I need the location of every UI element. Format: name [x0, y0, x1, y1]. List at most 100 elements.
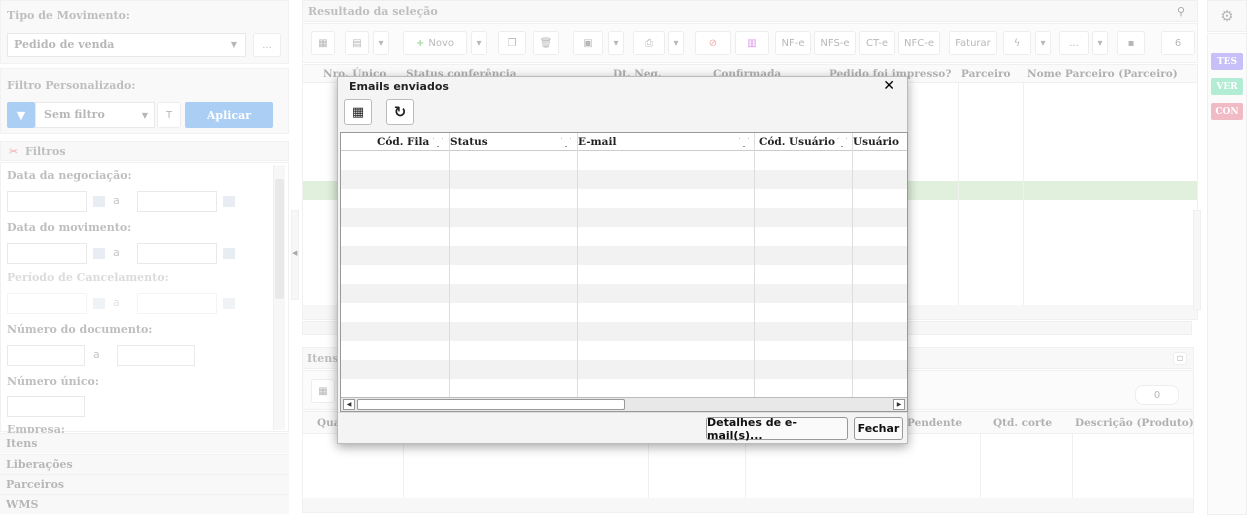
col-cod-usuario[interactable]: Cód. Usuário — [759, 136, 835, 148]
numero-unico-label: Número único: — [7, 375, 99, 388]
numero-documento-to[interactable] — [117, 345, 195, 366]
refresh-button[interactable]: ↻ — [386, 99, 414, 125]
col-usuario[interactable]: Usuário — [853, 136, 899, 148]
filtros-scrollbar[interactable] — [273, 165, 285, 430]
emails-grid: Cód. Fila Status E-mail Cód. Usuário Usu… — [340, 132, 908, 412]
periodo-from[interactable] — [7, 293, 87, 314]
chevron-down-icon[interactable]: ▾ — [668, 31, 684, 55]
col-status[interactable]: Status — [450, 136, 488, 148]
numero-documento-from[interactable] — [7, 345, 85, 366]
emails-hscroll[interactable]: ◀ ▶ — [341, 397, 907, 411]
tipo-movimento-select[interactable]: Pedido de venda ▼ — [7, 33, 246, 57]
filtro-value: Sem filtro — [44, 108, 105, 121]
link-icon[interactable]: ⚲ — [1177, 5, 1185, 18]
calendar-icon[interactable] — [223, 196, 235, 207]
itens-hscroll[interactable] — [303, 498, 1193, 512]
data-negociacao-to[interactable] — [137, 191, 217, 212]
record-count: 6 — [1161, 31, 1195, 55]
more-actions-button[interactable]: ... — [1059, 31, 1089, 55]
aplicar-button[interactable]: Aplicar — [185, 102, 273, 128]
novo-button[interactable]: + Novo — [403, 31, 467, 55]
nfce-button[interactable]: NFC-e — [898, 31, 940, 55]
grid-icon[interactable]: ▦ — [311, 31, 335, 55]
filter-icon[interactable] — [837, 137, 847, 150]
trash-icon[interactable]: 🗑 — [533, 31, 559, 55]
close-icon[interactable]: ✕ — [883, 78, 895, 94]
export-icon[interactable]: ▤ — [345, 31, 369, 55]
print-icon[interactable]: ⎙ — [633, 31, 665, 55]
duplicate-icon[interactable]: ❐ — [498, 31, 526, 55]
lightning-icon[interactable]: ϟ — [1003, 31, 1031, 55]
col-descricao-produto[interactable]: Descrição (Produto) — [1075, 417, 1194, 429]
grid-icon[interactable]: ▦ — [311, 379, 335, 403]
scroll-thumb[interactable] — [357, 399, 625, 410]
calendar-icon[interactable] — [223, 298, 235, 309]
save-icon[interactable]: ▪ — [1117, 31, 1145, 55]
clear-filter-icon[interactable]: T — [157, 102, 181, 128]
emails-grid-body — [341, 133, 907, 411]
data-movimento-label: Data do movimento: — [7, 221, 132, 234]
numero-unico-input[interactable] — [7, 396, 85, 417]
tag-con[interactable]: CON — [1211, 103, 1243, 120]
data-movimento-to[interactable] — [137, 243, 217, 264]
col-email[interactable]: E-mail — [578, 136, 616, 148]
faturar-button[interactable]: Faturar — [949, 31, 997, 55]
filter-icon[interactable]: ▼ — [7, 102, 35, 128]
accordion-liberacoes[interactable]: Liberações — [0, 454, 289, 474]
filtros-header[interactable]: ✂ Filtros — [0, 141, 289, 161]
col-cod-fila[interactable]: Cód. Fila — [377, 136, 429, 148]
fechar-button[interactable]: Fechar — [854, 417, 903, 440]
tag-tes[interactable]: TES — [1211, 53, 1243, 70]
maximize-icon[interactable]: ▫ — [1173, 352, 1187, 365]
chevron-down-icon[interactable]: ▾ — [1035, 31, 1051, 55]
filter-icon[interactable] — [433, 137, 443, 150]
chevron-down-icon[interactable]: ▾ — [373, 31, 389, 55]
filtro-personalizado-label: Filtro Personalizado: — [7, 79, 136, 92]
col-pendente[interactable]: Pendente — [907, 417, 962, 429]
gear-icon[interactable]: ⚙ — [1207, 0, 1247, 32]
col-qtd-corte[interactable]: Qtd. corte — [993, 417, 1052, 429]
col-parceiro[interactable]: Parceiro — [961, 68, 1011, 80]
grid-config-button[interactable]: ▦ — [344, 99, 372, 125]
nfse-button[interactable]: NFS-e — [814, 31, 856, 55]
scroll-right-icon[interactable]: ▶ — [893, 399, 905, 410]
col-nome-parceiro[interactable]: Nome Parceiro (Parceiro) — [1027, 68, 1178, 80]
detalhes-button[interactable]: Detalhes de e-mail(s)... — [706, 416, 848, 442]
chevron-down-icon[interactable]: ▾ — [1092, 31, 1108, 55]
calendar-icon[interactable] — [223, 248, 235, 259]
colors-icon[interactable]: ▥ — [735, 31, 769, 55]
data-movimento-from[interactable] — [7, 243, 87, 264]
cancel-icon[interactable]: ⊘ — [695, 31, 731, 55]
accordion-itens[interactable]: Itens — [0, 433, 289, 453]
chevron-down-icon[interactable]: ▾ — [471, 31, 487, 55]
chevron-down-icon: ▼ — [141, 110, 148, 120]
cte-button[interactable]: CT-e — [859, 31, 895, 55]
report-icon[interactable]: ▣ — [573, 31, 603, 55]
chevron-down-icon[interactable]: ▾ — [608, 31, 624, 55]
nfe-button[interactable]: NF-e — [775, 31, 811, 55]
data-negociacao-from[interactable] — [7, 191, 87, 212]
right-splitter[interactable] — [1193, 210, 1201, 310]
accordion-parceiros[interactable]: Parceiros — [0, 474, 289, 494]
splitter-handle[interactable]: ◀ — [291, 210, 299, 300]
range-a: a — [113, 246, 120, 259]
calendar-icon[interactable] — [93, 248, 105, 259]
filtro-select[interactable]: Sem filtro ▼ — [35, 102, 155, 128]
scroll-thumb[interactable] — [275, 179, 284, 299]
periodo-to[interactable] — [137, 293, 217, 314]
tipo-movimento-more-button[interactable]: ... — [253, 33, 281, 57]
scroll-left-icon[interactable]: ◀ — [343, 399, 355, 410]
accordion-wms[interactable]: WMS — [0, 494, 289, 514]
filter-icon[interactable] — [561, 137, 571, 150]
grid-icon: ▦ — [351, 104, 365, 120]
filter-icon[interactable] — [739, 137, 749, 150]
main-toolbar: ▦ ▤ ▾ + Novo ▾ ❐ 🗑 ▣ ▾ ⎙ ▾ ⊘ ▥ NF-e NFS-e… — [302, 23, 1198, 63]
result-header: Resultado da seleção ⚲ — [302, 0, 1198, 22]
empty-row — [341, 208, 907, 227]
col-divider — [449, 133, 450, 397]
tag-ver[interactable]: VER — [1211, 78, 1243, 95]
calendar-icon[interactable] — [93, 298, 105, 309]
calendar-icon[interactable] — [93, 196, 105, 207]
chevron-down-icon: ▼ — [230, 39, 237, 49]
filtros-body: Data da negociação: a Data do movimento:… — [0, 162, 289, 436]
